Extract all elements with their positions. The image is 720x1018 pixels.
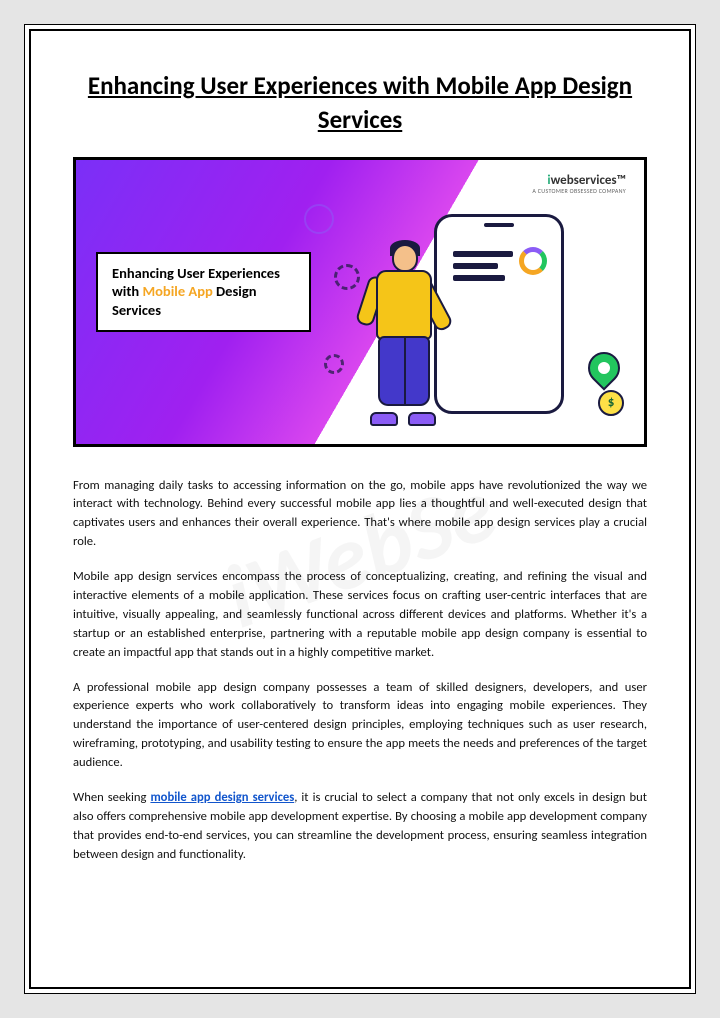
p4-prefix: When seeking: [73, 790, 150, 805]
brand-name-rest: webservices: [551, 173, 617, 188]
coin-icon: $: [598, 390, 624, 416]
paragraph-1: From managing daily tasks to accessing i…: [73, 477, 647, 553]
brand-tm: ™: [617, 173, 626, 188]
hero-illustration: $: [364, 194, 614, 434]
donut-chart-icon: [519, 247, 547, 275]
gear-icon: [324, 354, 344, 374]
page-inner-frame: iWebSe Enhancing User Experiences with M…: [29, 29, 691, 989]
brand-logo: iwebservices™ A CUSTOMER OBSESSED COMPAN…: [532, 174, 626, 195]
person-illustration: [354, 236, 464, 426]
paragraph-2: Mobile app design services encompass the…: [73, 568, 647, 662]
paragraph-4: When seeking mobile app design services,…: [73, 789, 647, 865]
paragraph-3: A professional mobile app design company…: [73, 679, 647, 773]
location-pin-icon: [581, 345, 626, 390]
page-outer-frame: iWebSe Enhancing User Experiences with M…: [24, 24, 696, 994]
hero-text-highlight: Mobile App: [142, 282, 212, 300]
page-title: Enhancing User Experiences with Mobile A…: [73, 69, 647, 137]
hero-text-box: Enhancing User Experiences with Mobile A…: [96, 252, 311, 333]
globe-icon: [304, 204, 334, 234]
hero-image: iwebservices™ A CUSTOMER OBSESSED COMPAN…: [73, 157, 647, 447]
mobile-app-design-services-link[interactable]: mobile app design services: [150, 790, 294, 805]
